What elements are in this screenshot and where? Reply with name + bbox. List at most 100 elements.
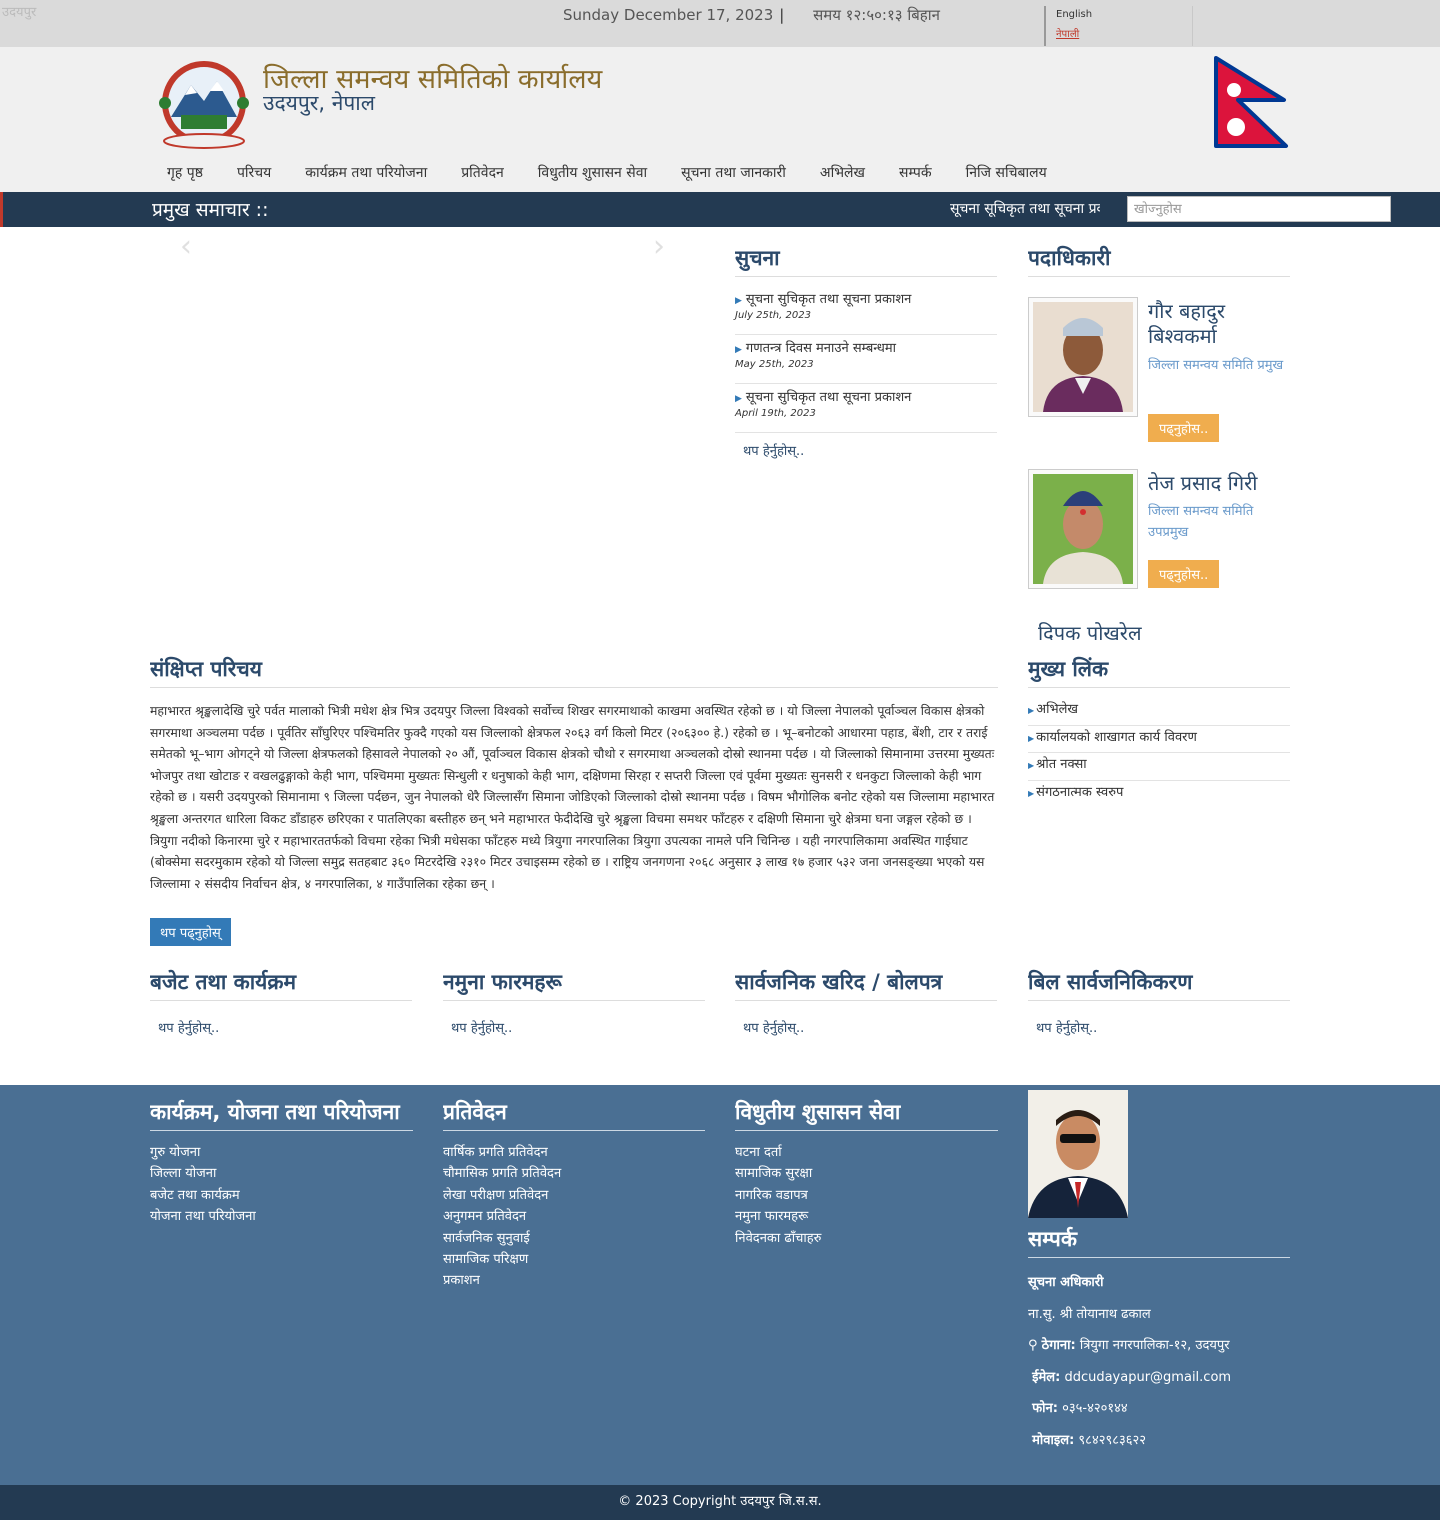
address-label: ठेगाना: (1041, 1338, 1076, 1353)
footer-link[interactable]: योजना तथा परियोजना (150, 1206, 256, 1227)
official-read-more-button[interactable]: पढ्नुहोस.. (1148, 414, 1220, 442)
nav-archive[interactable]: अभिलेख (803, 161, 882, 191)
mobile-label: मोवाइल: (1032, 1432, 1075, 1448)
footer-link[interactable]: प्रकाशन (443, 1270, 561, 1291)
date-time: Sunday December 17, 2023 | समय १२:५०:१३ ब… (563, 5, 940, 25)
current-time: समय १२:५०:१३ बिहान (813, 6, 940, 24)
bullet-triangle-icon: ▶ (1028, 706, 1035, 715)
phone-value: ०३५-४२०१४४ (1062, 1401, 1128, 1416)
lang-nepali-link[interactable]: नेपाली (1056, 26, 1192, 40)
footer-link[interactable]: सामाजिक सुरक्षा (735, 1163, 821, 1184)
footer-reports-heading: प्रतिवेदन (443, 1098, 705, 1131)
news-title: प्रमुख समाचार :: (152, 199, 269, 221)
official-photo (1028, 297, 1138, 417)
nav-programs[interactable]: कार्यक्रम तथा परियोजना (288, 161, 444, 191)
broken-image-alt: उदयपुर (2, 5, 37, 20)
information-officer-photo (1028, 1090, 1128, 1218)
current-date: Sunday December 17, 2023 (563, 6, 774, 24)
procurement-more-link[interactable]: थप हेर्नुहोस्.. (743, 1018, 804, 1036)
nepal-flag-image (1214, 56, 1290, 148)
bullet-triangle-icon: ▶ (1028, 733, 1035, 743)
bills-more-link[interactable]: थप हेर्नुहोस्.. (1036, 1018, 1097, 1036)
footer-link[interactable]: नमुना फारमहरू (735, 1206, 821, 1227)
footer-link[interactable]: नागरिक वडापत्र (735, 1185, 821, 1206)
footer-link[interactable]: बजेट तथा कार्यक्रम (150, 1185, 256, 1206)
nav-home[interactable]: गृह पृष्ठ (150, 161, 220, 191)
contact-address: ⚲ ठेगाना: त्रियुगा नगरपालिका-१२, उदयपुर (1028, 1336, 1290, 1368)
footer-link[interactable]: निवेदनका ढाँचाहरु (735, 1228, 821, 1249)
language-switcher: English नेपाली (1044, 6, 1193, 46)
copyright-bar: © 2023 Copyright उदयपुर जि.स.स. (0, 1485, 1440, 1520)
footer-link[interactable]: अनुगमन प्रतिवेदन (443, 1206, 561, 1227)
main-links-list: ▶ अभिलेख ▶ कार्यालयको शाखागत कार्य विवरण ▶… (1028, 698, 1290, 808)
intro-read-more-button[interactable]: थप पढ्नुहोस् (150, 918, 231, 946)
footer-programs-heading: कार्यक्रम, योजना तथा परियोजना (150, 1098, 413, 1131)
notice-list: ▶ सूचना सुचिकृत तथा सूचना प्रकाशन July 25… (735, 286, 997, 433)
footer-link[interactable]: सार्वजनिक सुनुवाई (443, 1228, 561, 1249)
procurement-heading: सार्वजनिक खरिद / बोलपत्र (735, 968, 997, 1001)
search-input[interactable] (1127, 196, 1391, 222)
nav-reports[interactable]: प्रतिवेदन (444, 161, 521, 191)
notices-more-link[interactable]: थप हेर्नुहोस्.. (743, 441, 804, 459)
officials-heading: पदाधिकारी (1028, 244, 1290, 277)
contact-block: सूचना अधिकारी ना.सु. श्री तोयानाथ ढकाल ⚲… (1028, 1273, 1290, 1462)
forms-heading: नमुना फारमहरू (443, 968, 705, 1001)
lang-english-link[interactable]: English (1056, 9, 1192, 20)
footer-link[interactable]: लेखा परीक्षण प्रतिवेदन (443, 1185, 561, 1206)
notice-item: ▶ गणतन्त्र दिवस मनाउने सम्बन्धमा May 25th… (735, 335, 997, 384)
main-link-item[interactable]: ▶ कार्यालयको शाखागत कार्य विवरण (1028, 726, 1290, 753)
main-link-item[interactable]: ▶ संगठनात्मक स्वरुप (1028, 781, 1290, 809)
footer-link[interactable]: चौमासिक प्रगति प्रतिवेदन (443, 1163, 561, 1184)
email-value[interactable]: ddcudayapur@gmail.com (1064, 1370, 1231, 1385)
footer-link[interactable]: वार्षिक प्रगति प्रतिवेदन (443, 1142, 561, 1163)
officer-name: ना.सु. श्री तोयानाथ ढकाल (1028, 1306, 1151, 1322)
footer-egov-heading: विधुतीय शुसासन सेवा (735, 1098, 998, 1131)
top-bar: उदयपुर Sunday December 17, 2023 | समय १२:… (0, 0, 1440, 47)
forms-more-link[interactable]: थप हेर्नुहोस्.. (451, 1018, 512, 1036)
image-slider: ‹ › (150, 227, 705, 627)
footer-programs-list: गुरु योजना जिल्ला योजना बजेट तथा कार्यक्… (150, 1142, 256, 1228)
address-value: त्रियुगा नगरपालिका-१२, उदयपुर (1079, 1338, 1230, 1353)
official-photo (1028, 469, 1138, 589)
news-ticker[interactable]: सूचना सूचिकृत तथा सूचना प्रकाशन (950, 199, 1100, 218)
footer-link[interactable]: सामाजिक परिक्षण (443, 1249, 561, 1270)
official-read-more-button[interactable]: पढ्नुहोस.. (1148, 560, 1220, 588)
footer-contact-heading: सम्पर्क (1028, 1225, 1290, 1258)
intro-text: महाभारत श्रृङ्खलादेखि चुरे पर्वत मालाको … (150, 703, 995, 891)
phone-label: फोन: (1032, 1401, 1058, 1416)
notice-title: गणतन्त्र दिवस मनाउने सम्बन्धमा (745, 341, 897, 356)
slider-prev-icon[interactable]: ‹ (180, 229, 192, 264)
nav-private-secretariat[interactable]: निजि सचिबालय (949, 161, 1064, 191)
notice-link[interactable]: ▶ सूचना सुचिकृत तथा सूचना प्रकाशन (735, 289, 997, 307)
official-name: गौर बहादुर बिश्वकर्मा (1148, 299, 1225, 348)
news-bar: प्रमुख समाचार :: सूचना सूचिकृत तथा सूचना… (0, 192, 1440, 227)
main-link-label: कार्यालयको शाखागत कार्य विवरण (1036, 729, 1197, 745)
date-separator: | (779, 6, 785, 24)
footer-link[interactable]: जिल्ला योजना (150, 1163, 256, 1184)
notice-link[interactable]: ▶ सूचना सुचिकृत तथा सूचना प्रकाशन (735, 387, 997, 405)
email-label: ईमेल: (1032, 1369, 1061, 1385)
official-name: तेज प्रसाद गिरी (1148, 471, 1258, 495)
slider-next-icon[interactable]: › (653, 229, 665, 264)
notice-date: May 25th, 2023 (735, 359, 814, 370)
footer-egov-list: घटना दर्ता सामाजिक सुरक्षा नागरिक वडापत्… (735, 1142, 821, 1249)
nav-information[interactable]: सूचना तथा जानकारी (664, 161, 803, 191)
official-name-partial: दिपक पोखरेल (1038, 621, 1142, 640)
budget-more-link[interactable]: थप हेर्नुहोस्.. (158, 1018, 219, 1036)
official-role: जिल्ला समन्वय समिति प्रमुख (1148, 358, 1284, 373)
nepal-emblem-logo[interactable] (151, 57, 257, 149)
notice-title: सूचना सुचिकृत तथा सूचना प्रकाशन (745, 390, 912, 405)
footer-link[interactable]: गुरु योजना (150, 1142, 256, 1163)
notice-link[interactable]: ▶ गणतन्त्र दिवस मनाउने सम्बन्धमा (735, 338, 997, 356)
nav-egov-service[interactable]: विधुतीय शुसासन सेवा (521, 161, 664, 191)
notice-date: April 19th, 2023 (735, 408, 816, 419)
nav-contact[interactable]: सम्पर्क (882, 161, 949, 191)
main-link-item[interactable]: ▶ अभिलेख (1028, 698, 1290, 726)
notice-item: ▶ सूचना सुचिकृत तथा सूचना प्रकाशन April 1… (735, 384, 997, 433)
site-header: जिल्ला समन्वय समितिको कार्यालय उदयपुर, न… (0, 47, 1440, 192)
main-link-item[interactable]: ▶ श्रोत नक्सा (1028, 753, 1290, 781)
main-link-label: संगठनात्मक स्वरुप (1036, 784, 1124, 800)
budget-heading: बजेट तथा कार्यक्रम (150, 968, 412, 1001)
footer-link[interactable]: घटना दर्ता (735, 1142, 821, 1163)
nav-introduction[interactable]: परिचय (220, 161, 288, 191)
